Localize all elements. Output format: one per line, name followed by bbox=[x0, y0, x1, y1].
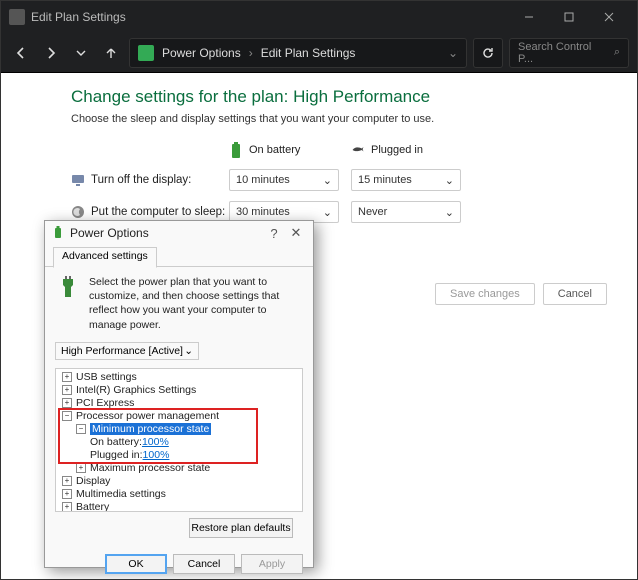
label-sleep: Put the computer to sleep: bbox=[91, 206, 225, 218]
dialog-cancel-button[interactable]: Cancel bbox=[173, 554, 235, 574]
column-headers: On battery Plugged in bbox=[71, 141, 607, 159]
dialog-buttons: OK Cancel Apply bbox=[45, 548, 313, 580]
dialog-title: Power Options bbox=[70, 226, 149, 240]
tree-min-plugged-in[interactable]: Plugged in: 100% bbox=[56, 449, 302, 462]
power-plan-icon bbox=[55, 275, 81, 301]
sleep-icon bbox=[71, 205, 85, 219]
recent-button[interactable] bbox=[69, 41, 93, 65]
tree-intel-graphics[interactable]: +Intel(R) Graphics Settings bbox=[56, 384, 302, 397]
search-input[interactable]: Search Control P... ⌕ bbox=[509, 38, 629, 68]
col-plugged-in: Plugged in bbox=[371, 144, 423, 156]
sleep-plugged-dropdown[interactable]: Never⌄ bbox=[351, 201, 461, 223]
col-on-battery: On battery bbox=[249, 144, 300, 156]
titlebar: Edit Plan Settings bbox=[1, 1, 637, 33]
tree-processor-power[interactable]: −Processor power management bbox=[56, 410, 302, 423]
tree-min-on-battery[interactable]: On battery: 100% bbox=[56, 436, 302, 449]
power-plan-dropdown[interactable]: High Performance [Active]⌄ bbox=[55, 342, 199, 360]
tree-max-processor-state[interactable]: +Maximum processor state bbox=[56, 462, 302, 475]
chevron-down-icon: ⌄ bbox=[323, 206, 332, 219]
dialog-close-button[interactable]: ✕ bbox=[285, 225, 307, 241]
minimize-button[interactable] bbox=[509, 3, 549, 31]
tree-battery[interactable]: +Battery bbox=[56, 501, 302, 512]
tab-advanced-settings[interactable]: Advanced settings bbox=[53, 247, 157, 268]
monitor-icon bbox=[71, 173, 85, 187]
breadcrumb-power-options[interactable]: Power Options bbox=[162, 46, 241, 60]
close-button[interactable] bbox=[589, 3, 629, 31]
breadcrumb-edit-plan[interactable]: Edit Plan Settings bbox=[261, 46, 356, 60]
display-plugged-dropdown[interactable]: 15 minutes⌄ bbox=[351, 169, 461, 191]
tree-usb[interactable]: +USB settings bbox=[56, 371, 302, 384]
cancel-button[interactable]: Cancel bbox=[543, 283, 607, 305]
min-battery-value[interactable]: 100% bbox=[142, 436, 169, 448]
expand-icon[interactable]: + bbox=[62, 502, 72, 512]
page-heading: Change settings for the plan: High Perfo… bbox=[71, 87, 607, 107]
save-changes-button[interactable]: Save changes bbox=[435, 283, 535, 305]
power-options-dialog: Power Options ? ✕ Advanced settings Sele… bbox=[44, 220, 314, 568]
apply-button[interactable]: Apply bbox=[241, 554, 303, 574]
chevron-down-icon: ⌄ bbox=[323, 174, 332, 187]
navbar: Power Options › Edit Plan Settings ⌄ Sea… bbox=[1, 33, 637, 73]
expand-icon[interactable]: + bbox=[62, 489, 72, 499]
dialog-body: Select the power plan that you want to c… bbox=[45, 267, 313, 548]
maximize-button[interactable] bbox=[549, 3, 589, 31]
app-icon bbox=[9, 9, 25, 25]
chevron-down-icon: ⌄ bbox=[445, 206, 454, 219]
ok-button[interactable]: OK bbox=[105, 554, 167, 574]
restore-defaults-button[interactable]: Restore plan defaults bbox=[189, 518, 293, 538]
label-display: Turn off the display: bbox=[91, 174, 191, 186]
settings-tree[interactable]: +USB settings +Intel(R) Graphics Setting… bbox=[55, 368, 303, 512]
expand-icon[interactable]: + bbox=[76, 463, 86, 473]
search-placeholder: Search Control P... bbox=[518, 41, 608, 65]
expand-icon[interactable]: + bbox=[62, 372, 72, 382]
tree-display[interactable]: +Display bbox=[56, 475, 302, 488]
battery-icon bbox=[229, 141, 243, 159]
help-button[interactable]: ? bbox=[263, 226, 285, 241]
refresh-button[interactable] bbox=[473, 38, 503, 68]
breadcrumb-sep-icon: › bbox=[249, 46, 253, 60]
address-bar[interactable]: Power Options › Edit Plan Settings ⌄ bbox=[129, 38, 467, 68]
row-display: Turn off the display: 10 minutes⌄ 15 min… bbox=[71, 169, 607, 191]
dialog-titlebar: Power Options ? ✕ bbox=[45, 221, 313, 245]
expand-icon[interactable]: + bbox=[62, 385, 72, 395]
tree-min-processor-state[interactable]: −Minimum processor state bbox=[56, 423, 302, 436]
power-icon bbox=[51, 226, 65, 240]
up-button[interactable] bbox=[99, 41, 123, 65]
expand-icon[interactable]: + bbox=[62, 398, 72, 408]
dialog-tabs: Advanced settings bbox=[45, 245, 313, 267]
display-battery-dropdown[interactable]: 10 minutes⌄ bbox=[229, 169, 339, 191]
collapse-icon[interactable]: − bbox=[76, 424, 86, 434]
forward-button[interactable] bbox=[39, 41, 63, 65]
power-icon bbox=[138, 45, 154, 61]
window-title: Edit Plan Settings bbox=[31, 10, 126, 24]
plug-icon bbox=[351, 141, 365, 159]
chevron-down-icon: ⌄ bbox=[445, 174, 454, 187]
chevron-down-icon[interactable]: ⌄ bbox=[448, 46, 458, 60]
page-subtext: Choose the sleep and display settings th… bbox=[71, 113, 607, 125]
tree-multimedia[interactable]: +Multimedia settings bbox=[56, 488, 302, 501]
edit-plan-window: Edit Plan Settings Power Options › Edit … bbox=[0, 0, 638, 580]
chevron-down-icon: ⌄ bbox=[184, 345, 193, 357]
action-bar: Save changes Cancel bbox=[435, 283, 607, 305]
expand-icon[interactable]: + bbox=[62, 476, 72, 486]
back-button[interactable] bbox=[9, 41, 33, 65]
tree-pci-express[interactable]: +PCI Express bbox=[56, 397, 302, 410]
dialog-desc: Select the power plan that you want to c… bbox=[89, 275, 303, 332]
min-plugged-value[interactable]: 100% bbox=[143, 449, 170, 461]
search-icon: ⌕ bbox=[614, 46, 620, 59]
collapse-icon[interactable]: − bbox=[62, 411, 72, 421]
